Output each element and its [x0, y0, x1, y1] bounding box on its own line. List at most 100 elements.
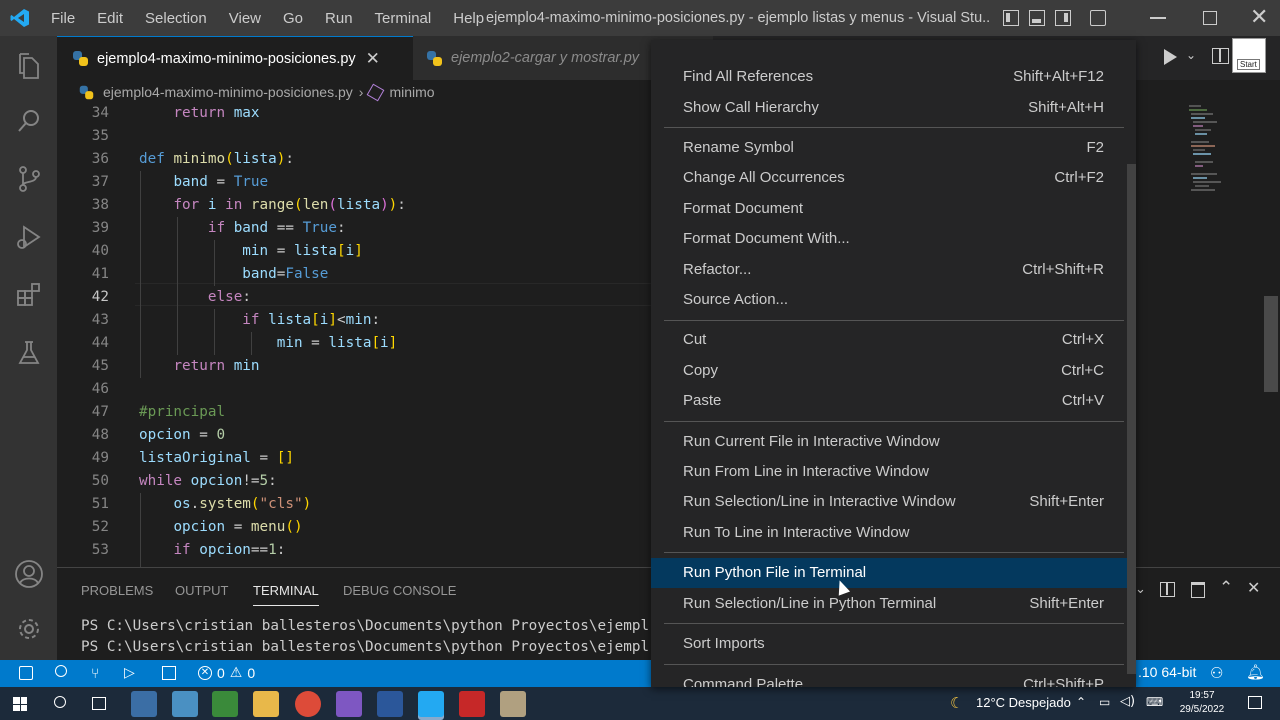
split-editor-icon[interactable] [1212, 48, 1229, 64]
file-explorer-icon[interactable] [253, 691, 279, 717]
explorer-icon[interactable] [0, 41, 57, 91]
network-icon[interactable]: ▭ [1099, 695, 1110, 709]
acrobat-icon[interactable] [459, 691, 485, 717]
testing-icon[interactable] [0, 328, 57, 378]
error-icon: ✕ [198, 665, 212, 680]
clock[interactable]: 19:57 29/5/2022 [1178, 689, 1226, 717]
minimap[interactable] [1187, 102, 1227, 202]
tray-chevron-icon[interactable]: ⌃ [1076, 695, 1086, 709]
menu-item-cut[interactable]: Cut Ctrl+X [651, 325, 1136, 355]
task-view-icon[interactable] [92, 697, 106, 710]
tab-ejemplo4[interactable]: ejemplo4-maximo-minimo-posiciones.py ✕ [57, 36, 413, 80]
menu-item-run-from-line-interactive[interactable]: Run From Line in Interactive Window [651, 457, 1136, 487]
taskbar-search-icon[interactable] [54, 696, 66, 708]
editor-scrollbar[interactable] [1264, 296, 1278, 392]
tab-output[interactable]: OUTPUT [175, 576, 228, 606]
menu-item-change-all-occurrences[interactable]: Change All Occurrences Ctrl+F2 [651, 163, 1136, 193]
menu-item-find-all-references[interactable]: Find All References Shift+Alt+F12 [651, 62, 1136, 92]
menu-item-command-palette[interactable]: Command Palette... Ctrl+Shift+P [651, 670, 1136, 687]
notifications-bell-icon[interactable]: 🔔︎ [1246, 663, 1265, 681]
run-python-file-icon[interactable] [1164, 49, 1177, 65]
menu-run[interactable]: Run [314, 10, 364, 27]
layout-controls [998, 0, 1111, 36]
toggle-sidebar-icon[interactable] [1003, 10, 1019, 26]
chrome-icon[interactable] [295, 691, 321, 717]
search-icon[interactable] [0, 96, 57, 146]
toggle-panel-icon[interactable] [1029, 10, 1045, 26]
panel-chevron-icon[interactable]: ⌄ [1135, 582, 1146, 597]
menu-selection[interactable]: Selection [134, 10, 218, 27]
account-icon[interactable] [0, 549, 57, 599]
customize-layout-icon[interactable] [1090, 10, 1106, 26]
source-control-icon[interactable] [0, 154, 57, 204]
status-debug-icon[interactable]: ▷ [124, 664, 135, 681]
minimize-icon[interactable] [1150, 17, 1166, 19]
menu-item-format-document-with[interactable]: Format Document With... [651, 224, 1136, 254]
weather-text[interactable]: 12°C Despejado [976, 695, 1071, 710]
toggle-secondary-sidebar-icon[interactable] [1055, 10, 1071, 26]
menu-item-source-action[interactable]: Source Action... [651, 285, 1136, 315]
language-icon[interactable]: ⌨ [1146, 695, 1163, 709]
app-paint-icon[interactable] [500, 691, 526, 717]
start-overlay[interactable]: Start [1232, 38, 1266, 73]
maximize-panel-chevron-icon[interactable]: ⌃ [1219, 578, 1233, 598]
close-panel-icon[interactable]: ✕ [1247, 578, 1260, 597]
terminal-line: PS C:\Users\cristian ballesteros\Documen… [81, 618, 650, 634]
menu-item-copy[interactable]: Copy Ctrl+C [651, 356, 1136, 386]
word-icon[interactable] [377, 691, 403, 717]
problems-status[interactable]: ✕ 0 ⚠ 0 [198, 664, 255, 681]
breadcrumb-file[interactable]: ejemplo4-maximo-minimo-posiciones.py [103, 84, 353, 100]
window-controls: ✕ [1135, 0, 1268, 36]
run-debug-icon[interactable] [0, 212, 57, 262]
kill-terminal-trash-icon[interactable] [1191, 582, 1205, 598]
tab-close-icon[interactable]: ✕ [366, 49, 380, 69]
menu-item-run-python-file-in-terminal[interactable]: Run Python File in Terminal [651, 558, 1136, 588]
tab-debug-console[interactable]: DEBUG CONSOLE [343, 576, 456, 606]
settings-gear-icon[interactable] [0, 604, 57, 654]
menu-edit[interactable]: Edit [86, 10, 134, 27]
menu-item-run-to-line-interactive[interactable]: Run To Line in Interactive Window [651, 518, 1136, 548]
menu-terminal[interactable]: Terminal [364, 10, 443, 27]
app-window-icon[interactable] [172, 691, 198, 717]
close-icon[interactable]: ✕ [1250, 0, 1268, 36]
status-extensions-icon[interactable] [162, 666, 176, 680]
windows-taskbar: ☾ 12°C Despejado ⌃ ▭ ◁) ⌨ 19:57 29/5/202… [0, 687, 1280, 720]
extensions-icon[interactable] [0, 270, 57, 320]
vscode-taskbar-icon[interactable] [418, 691, 444, 717]
menu-item-run-selection-interactive[interactable]: Run Selection/Line in Interactive Window… [651, 487, 1136, 517]
breadcrumb-symbol[interactable]: minimo [389, 84, 434, 100]
split-terminal-icon[interactable] [1160, 582, 1175, 597]
weather-moon-icon: ☾ [950, 694, 964, 712]
status-search-icon[interactable] [55, 665, 67, 677]
clock-date: 29/5/2022 [1179, 704, 1225, 715]
menu-view[interactable]: View [218, 10, 272, 27]
menu-file[interactable]: File [40, 10, 86, 27]
tab-problems[interactable]: PROBLEMS [81, 576, 153, 606]
menu-item-run-selection-python-terminal[interactable]: Run Selection/Line in Python Terminal Shi… [651, 589, 1136, 619]
action-center-icon[interactable] [1248, 696, 1262, 709]
app-editor-icon[interactable] [212, 691, 238, 717]
live-share-icon[interactable]: ⚇ [1210, 664, 1223, 682]
app-network-icon[interactable] [131, 691, 157, 717]
menu-item-paste[interactable]: Paste Ctrl+V [651, 386, 1136, 416]
menu-item-sort-imports[interactable]: Sort Imports [651, 629, 1136, 659]
menu-item-show-call-hierarchy[interactable]: Show Call Hierarchy Shift+Alt+H [651, 93, 1136, 123]
python-interpreter-status[interactable]: .10 64-bit [1138, 664, 1196, 680]
visual-studio-icon[interactable] [336, 691, 362, 717]
status-branch-icon[interactable]: ⑂ [91, 665, 99, 681]
menu-item-run-current-file-interactive[interactable]: Run Current File in Interactive Window [651, 427, 1136, 457]
menu-go[interactable]: Go [272, 10, 314, 27]
restore-icon[interactable] [1203, 11, 1217, 25]
window-title: ejemplo4-maximo-minimo-posiciones.py - e… [486, 10, 991, 26]
remote-window-icon[interactable] [19, 666, 33, 680]
clock-time: 19:57 [1189, 690, 1215, 701]
menu-item-refactor[interactable]: Refactor... Ctrl+Shift+R [651, 255, 1136, 285]
tab-terminal[interactable]: TERMINAL [253, 576, 319, 606]
context-menu-scrollbar[interactable] [1127, 164, 1136, 674]
menu-item-rename-symbol[interactable]: Rename Symbol F2 [651, 133, 1136, 163]
windows-start-icon[interactable] [13, 697, 27, 711]
menu-item-format-document[interactable]: Format Document [651, 194, 1136, 224]
run-dropdown-chevron-icon[interactable]: ⌄ [1186, 48, 1196, 62]
menu-bar: File Edit Selection View Go Run Terminal… [40, 0, 495, 36]
volume-icon[interactable]: ◁) [1120, 694, 1135, 709]
